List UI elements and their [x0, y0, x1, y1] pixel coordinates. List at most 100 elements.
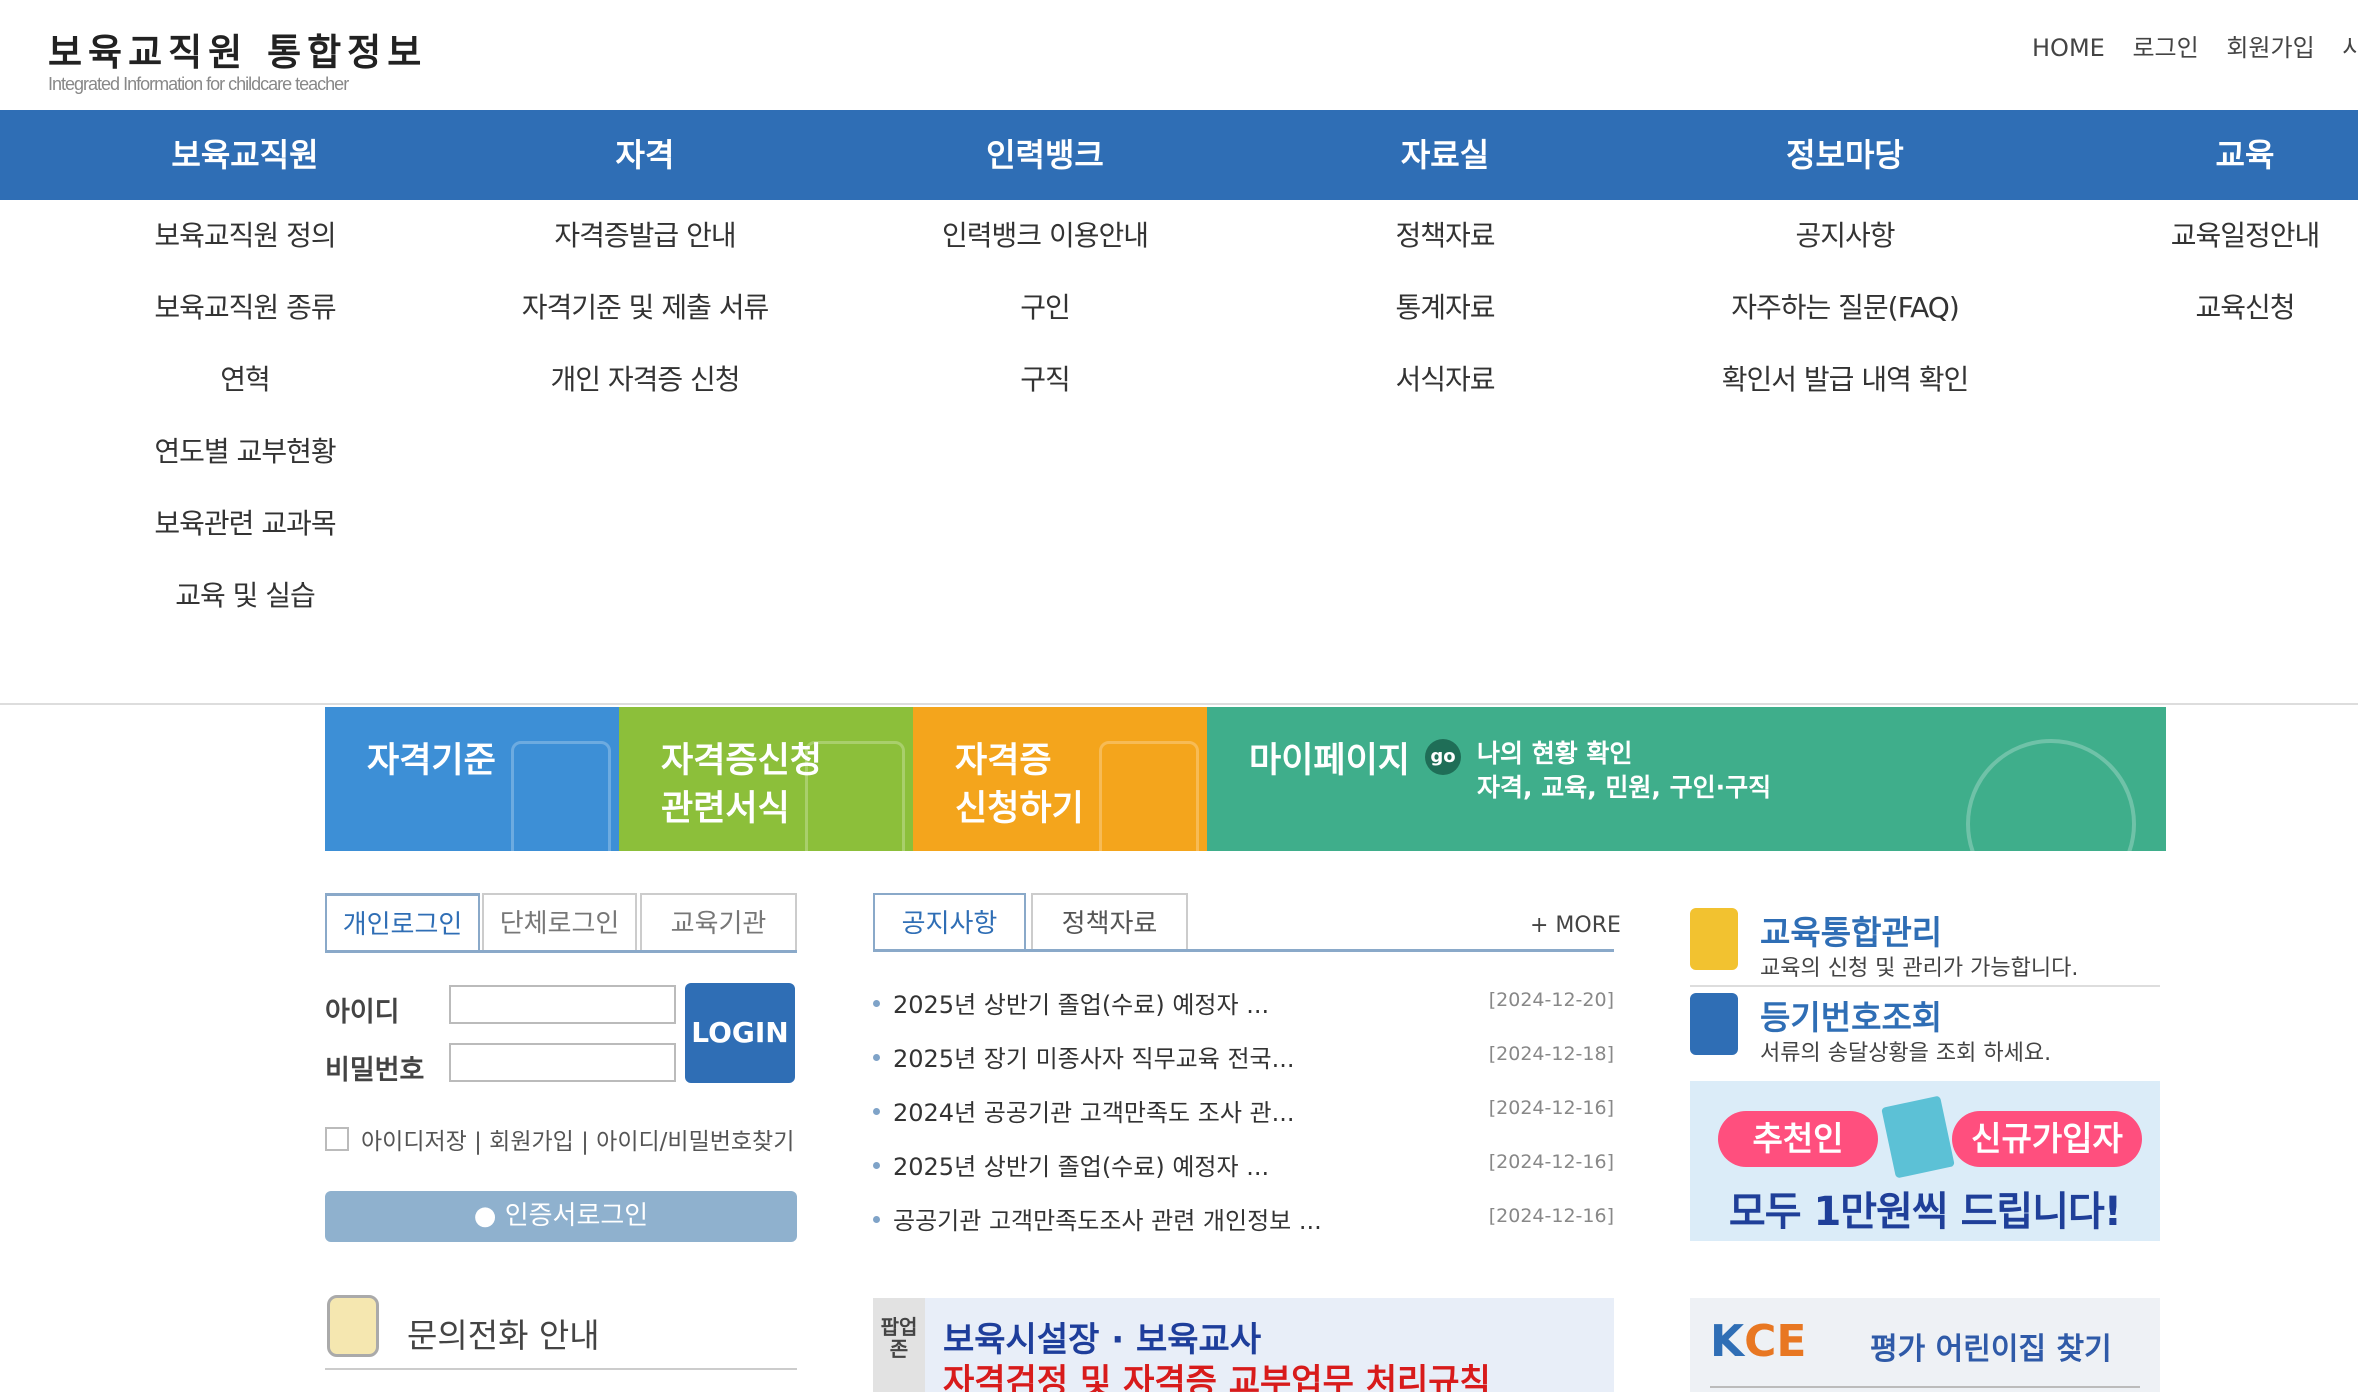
reg-title: 등기번호조회: [1760, 998, 1943, 1037]
bullet-icon: [873, 1054, 880, 1061]
bullet-icon: [873, 1108, 880, 1115]
login-button[interactable]: LOGIN: [685, 983, 795, 1083]
books-icon: [1690, 908, 1738, 970]
nav-sub-item[interactable]: 개인 자격증 신청: [445, 344, 845, 416]
tab-policy[interactable]: 정책자료: [1031, 893, 1188, 951]
nav-staff[interactable]: 보육교직원: [45, 110, 445, 200]
notebook-icon: [1690, 993, 1738, 1055]
nav-sub-item[interactable]: 공지사항: [1645, 200, 2045, 272]
signup-link[interactable]: 회원가입: [2226, 34, 2314, 62]
promo-referrer: 추천인: [1718, 1111, 1878, 1167]
nav-sub-item[interactable]: 인력뱅크 이용안내: [845, 200, 1245, 272]
notice-title[interactable]: 2025년 상반기 졸업(수료) 예정자 ...: [893, 1147, 1269, 1182]
edu-management-link[interactable]: 교육통합관리 교육의 신청 및 관리가 가능합니다.: [1690, 908, 2160, 983]
nav-education[interactable]: 교육: [2045, 110, 2358, 200]
banner-qualification-standard[interactable]: 자격기준: [325, 707, 619, 851]
banner-label: 자격기준: [367, 741, 496, 781]
registered-mail-lookup-link[interactable]: 등기번호조회 서류의 송달상황을 조회 하세요.: [1690, 993, 2160, 1068]
bullet-icon: [873, 1000, 880, 1007]
nav-sub-item[interactable]: 교육일정안내: [2045, 200, 2358, 272]
nav-column-info: 정보마당 공지사항 자주하는 질문(FAQ) 확인서 발급 내역 확인: [1645, 110, 2045, 416]
nav-sub-item[interactable]: 교육 및 실습: [45, 560, 445, 632]
save-id-checkbox[interactable]: [325, 1127, 349, 1151]
tab-notices[interactable]: 공지사항: [873, 893, 1026, 951]
nav-sub-item[interactable]: 교육신청: [2045, 272, 2358, 344]
notice-date: [2024-12-16]: [1488, 1097, 1614, 1119]
phone-icon: [327, 1295, 379, 1357]
inquiry-title: 문의전화 안내: [407, 1316, 600, 1355]
id-label: 아이디: [325, 997, 400, 1028]
nav-manpower[interactable]: 인력뱅크: [845, 110, 1245, 200]
nav-info[interactable]: 정보마당: [1645, 110, 2045, 200]
promo-banner[interactable]: 추천인 신규가입자 모두 1만원씩 드립니다!: [1690, 1081, 2160, 1241]
reg-desc: 서류의 송달상황을 조회 하세요.: [1760, 1041, 2052, 1066]
tab-group-login[interactable]: 단체로그인: [482, 893, 637, 953]
notice-row[interactable]: 2025년 상반기 졸업(수료) 예정자 ... [2024-12-16]: [873, 1142, 1614, 1196]
notice-title[interactable]: 2025년 장기 미종사자 직무교육 전국...: [893, 1039, 1295, 1074]
banner-application-forms[interactable]: 자격증신청 관련서식: [619, 707, 913, 851]
nav-sub-item[interactable]: 연혁: [45, 344, 445, 416]
nav-sub-item[interactable]: 확인서 발급 내역 확인: [1645, 344, 2045, 416]
document-icon: [805, 741, 905, 851]
nav-sub-item[interactable]: 연도별 교부현황: [45, 416, 445, 488]
nav-sub-item[interactable]: 정책자료: [1245, 200, 1645, 272]
more-link[interactable]: + MORE: [1530, 913, 1621, 938]
promo-main: 모두 1만원씩 드립니다!: [1728, 1189, 2122, 1235]
popup-zone[interactable]: 팝업존 보육시설장 · 보육교사 자격검정 및 자격증 교부업무 처리규칙: [873, 1298, 1614, 1392]
notice-row[interactable]: 2025년 장기 미종사자 직무교육 전국... [2024-12-18]: [873, 1034, 1614, 1088]
nav-sub-item[interactable]: 구직: [845, 344, 1245, 416]
site-title: 보육교직원 통합정보: [48, 31, 428, 74]
home-link[interactable]: HOME: [2032, 34, 2105, 62]
nav-column-qualification: 자격 자격증발급 안내 자격기준 및 제출 서류 개인 자격증 신청: [445, 110, 845, 416]
id-input[interactable]: [449, 985, 676, 1024]
notice-date: [2024-12-16]: [1488, 1205, 1614, 1227]
notice-title[interactable]: 2025년 상반기 졸업(수료) 예정자 ...: [893, 985, 1269, 1020]
nav-sub-item[interactable]: 보육교직원 종류: [45, 272, 445, 344]
document-icon: [1099, 741, 1199, 851]
notice-row[interactable]: 공공기관 고객만족도조사 관련 개인정보 ... [2024-12-16]: [873, 1196, 1614, 1250]
divider: [1690, 985, 2160, 987]
password-label: 비밀번호: [325, 1055, 425, 1086]
promo-newuser: 신규가입자: [1952, 1111, 2142, 1167]
notice-date: [2024-12-16]: [1488, 1151, 1614, 1173]
notice-row[interactable]: 2025년 상반기 졸업(수료) 예정자 ... [2024-12-20]: [873, 980, 1614, 1034]
banner-apply-certificate[interactable]: 자격증 신청하기: [913, 707, 1207, 851]
nav-sub-item[interactable]: 통계자료: [1245, 272, 1645, 344]
nav-column-staff: 보육교직원 보육교직원 정의 보육교직원 종류 연혁 연도별 교부현황 보육관련…: [45, 110, 445, 632]
nav-column-manpower: 인력뱅크 인력뱅크 이용안내 구인 구직: [845, 110, 1245, 416]
popup-zone-label: 팝업존: [873, 1298, 925, 1392]
nav-sub-item[interactable]: 자격기준 및 제출 서류: [445, 272, 845, 344]
login-options[interactable]: 아이디저장 | 회원가입 | 아이디/비밀번호찾기: [361, 1122, 794, 1156]
user-icon: [1966, 739, 2136, 851]
notice-title[interactable]: 2024년 공공기관 고객만족도 조사 관...: [893, 1093, 1295, 1128]
inquiry-phone-section: 문의전화 안내: [325, 1295, 797, 1370]
money-icon: [1881, 1095, 1955, 1179]
password-input[interactable]: [449, 1043, 676, 1082]
certificate-login-button[interactable]: ● 인증서로그인: [325, 1191, 797, 1242]
kce-banner[interactable]: KCE 평가 어린이집 찾기: [1690, 1298, 2160, 1392]
nav-qualification[interactable]: 자격: [445, 110, 845, 200]
nav-sub-item[interactable]: 보육교직원 정의: [45, 200, 445, 272]
tab-personal-login[interactable]: 개인로그인: [325, 893, 480, 953]
nav-column-resources: 자료실 정책자료 통계자료 서식자료: [1245, 110, 1645, 416]
edu-desc: 교육의 신청 및 관리가 가능합니다.: [1760, 956, 2079, 981]
banner-mypage[interactable]: 마이페이지 go 나의 현황 확인 자격, 교육, 민원, 구인·구직: [1207, 707, 2166, 851]
tab-institution-login[interactable]: 교육기관: [640, 893, 797, 953]
divider: [1710, 1386, 2140, 1388]
nav-sub-item[interactable]: 보육관련 교과목: [45, 488, 445, 560]
nav-sub-item[interactable]: 자격증발급 안내: [445, 200, 845, 272]
sitemap-link[interactable]: 사이: [2342, 34, 2358, 62]
nav-sub-item[interactable]: 서식자료: [1245, 344, 1645, 416]
nav-sub-item[interactable]: 자주하는 질문(FAQ): [1645, 272, 2045, 344]
notice-date: [2024-12-20]: [1488, 989, 1614, 1011]
notice-date: [2024-12-18]: [1488, 1043, 1614, 1065]
site-logo[interactable]: 보육교직원 통합정보 Integrated Information for ch…: [48, 22, 427, 95]
kce-text: 평가 어린이집 찾기: [1870, 1332, 2112, 1367]
notice-row[interactable]: 2024년 공공기관 고객만족도 조사 관... [2024-12-16]: [873, 1088, 1614, 1142]
kce-logo: KCE: [1710, 1316, 1807, 1367]
login-link[interactable]: 로그인: [2132, 34, 2198, 62]
nav-resources[interactable]: 자료실: [1245, 110, 1645, 200]
banner-desc: 나의 현황 확인 자격, 교육, 민원, 구인·구직: [1477, 739, 1772, 802]
notice-title[interactable]: 공공기관 고객만족도조사 관련 개인정보 ...: [893, 1201, 1322, 1236]
nav-sub-item[interactable]: 구인: [845, 272, 1245, 344]
